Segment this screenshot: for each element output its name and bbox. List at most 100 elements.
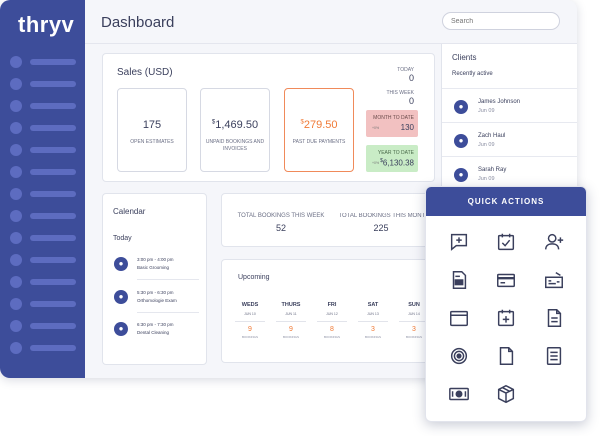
- window-icon[interactable]: [448, 307, 470, 329]
- nav-label-placeholder: [30, 279, 76, 285]
- past-due-box[interactable]: $279.50 PAST DUE PAYMENTS: [284, 88, 354, 172]
- quick-actions-panel: QUICK ACTIONS: [425, 186, 587, 422]
- header: Dashboard: [85, 0, 577, 44]
- nav-dot-icon: [10, 320, 22, 332]
- add-event-icon[interactable]: [495, 307, 517, 329]
- check-payment-icon[interactable]: [543, 269, 565, 291]
- add-comment-icon[interactable]: [448, 231, 470, 253]
- sidebar-item[interactable]: [10, 188, 80, 200]
- sidebar-item[interactable]: [10, 232, 80, 244]
- nav-dot-icon: [10, 298, 22, 310]
- nav-dot-icon: [10, 144, 22, 156]
- past-due-label: PAST DUE PAYMENTS: [292, 139, 346, 145]
- sidebar-item[interactable]: [10, 78, 80, 90]
- package-icon[interactable]: [495, 383, 517, 405]
- thryv-logo[interactable]: thryv: [18, 12, 74, 38]
- client-row[interactable]: ● James Johnson Jun 09: [442, 88, 577, 126]
- upcoming-day[interactable]: THURS JUN 11 9 BOOKINGS: [273, 302, 309, 339]
- appointment-time: 3:00 pm - 4:00 pm: [137, 257, 174, 262]
- sidebar-item[interactable]: [10, 122, 80, 134]
- appointment-desc: Orthomologie Exam: [137, 298, 177, 303]
- divider: [235, 321, 265, 322]
- user-avatar-icon: ●: [454, 100, 468, 114]
- sidebar-item[interactable]: [10, 56, 80, 68]
- month-to-date-tag: MONTH TO DATE +0% 130: [366, 110, 418, 137]
- client-date: Jun 09: [478, 142, 495, 148]
- upcoming-title: Upcoming: [238, 274, 270, 281]
- nav-dot-icon: [10, 276, 22, 288]
- target-icon[interactable]: [448, 345, 470, 367]
- appointment-item[interactable]: ● 3:00 pm - 4:00 pm Basic Grooming: [103, 253, 208, 281]
- mtd-change: +0%: [372, 126, 380, 130]
- day-date: JUN 10: [244, 312, 256, 316]
- sidebar-item[interactable]: [10, 210, 80, 222]
- day-name: FRI: [327, 302, 337, 308]
- nav-label-placeholder: [30, 81, 76, 87]
- nav-label-placeholder: [30, 103, 76, 109]
- open-estimates-value: 175: [142, 119, 162, 131]
- task-check-icon[interactable]: [495, 231, 517, 253]
- day-name: SAT: [367, 302, 379, 308]
- user-avatar-icon: ●: [454, 168, 468, 182]
- client-name: James Johnson: [478, 99, 521, 105]
- day-name: THURS: [281, 302, 301, 308]
- calendar-card: Calendar Today ● 3:00 pm - 4:00 pm Basic…: [102, 193, 207, 365]
- appointment-time: 6:30 pm - 7:30 pm: [137, 322, 174, 327]
- clients-title: Clients: [452, 53, 477, 62]
- day-name: WEDS: [241, 302, 259, 308]
- month-bookings-label: TOTAL BOOKINGS THIS MONTH: [338, 213, 430, 219]
- nav-dot-icon: [10, 122, 22, 134]
- sidebar-item[interactable]: [10, 254, 80, 266]
- upcoming-day[interactable]: WEDS JUN 10 9 BOOKINGS: [232, 302, 268, 339]
- cash-icon[interactable]: [448, 383, 470, 405]
- nav-dot-icon: [10, 56, 22, 68]
- client-date: Jun 09: [478, 108, 495, 114]
- divider: [276, 321, 306, 322]
- invoice-doc-icon[interactable]: [448, 269, 470, 291]
- add-user-icon[interactable]: [543, 231, 565, 253]
- appointment-item[interactable]: ● 5:30 pm - 6:30 pm Orthomologie Exam: [103, 286, 208, 314]
- sidebar-item[interactable]: [10, 100, 80, 112]
- file-icon[interactable]: [495, 345, 517, 367]
- sidebar-item[interactable]: [10, 166, 80, 178]
- this-week-value: 0: [408, 96, 414, 106]
- sidebar-item[interactable]: [10, 144, 80, 156]
- credit-card-icon[interactable]: [495, 269, 517, 291]
- open-estimates-box[interactable]: 175 OPEN ESTIMATES: [117, 88, 187, 172]
- sidebar-item[interactable]: [10, 298, 80, 310]
- divider: [137, 279, 199, 280]
- week-bookings-value: 52: [275, 223, 286, 233]
- sidebar-item[interactable]: [10, 342, 80, 354]
- day-count-label: BOOKINGS: [364, 335, 381, 339]
- week-bookings-label: TOTAL BOOKINGS THIS WEEK: [237, 213, 325, 219]
- upcoming-day[interactable]: SAT JUN 13 3 BOOKINGS: [355, 302, 391, 339]
- document-icon[interactable]: [543, 307, 565, 329]
- unpaid-bookings-value: $1,469.50: [211, 119, 259, 131]
- nav-label-placeholder: [30, 191, 76, 197]
- sidebar-item[interactable]: [10, 320, 80, 332]
- day-count-label: BOOKINGS: [282, 335, 299, 339]
- client-row[interactable]: ● Zach Haul Jun 09: [442, 122, 577, 160]
- user-avatar-icon: ●: [114, 290, 128, 304]
- clients-subtitle: Recently active: [452, 71, 493, 77]
- appointment-item[interactable]: ● 6:30 pm - 7:30 pm Dental Cleaning: [103, 318, 208, 346]
- nav-dot-icon: [10, 232, 22, 244]
- nav-label-placeholder: [30, 147, 76, 153]
- nav-label-placeholder: [30, 59, 76, 65]
- nav-label-placeholder: [30, 213, 76, 219]
- user-avatar-icon: ●: [114, 257, 128, 271]
- appointment-time: 5:30 pm - 6:30 pm: [137, 290, 174, 295]
- bookings-card: TOTAL BOOKINGS THIS WEEK 52 TOTAL BOOKIN…: [221, 193, 435, 247]
- search-input[interactable]: [442, 12, 560, 30]
- unpaid-bookings-label: UNPAID BOOKINGS AND INVOICES: [205, 139, 265, 152]
- user-avatar-icon: ●: [114, 322, 128, 336]
- unpaid-bookings-box[interactable]: $1,469.50 UNPAID BOOKINGS AND INVOICES: [200, 88, 270, 172]
- list-doc-icon[interactable]: [543, 345, 565, 367]
- nav-dot-icon: [10, 188, 22, 200]
- sidebar-item[interactable]: [10, 276, 80, 288]
- day-count: 3: [371, 326, 375, 333]
- appointment-desc: Dental Cleaning: [137, 330, 170, 335]
- upcoming-day[interactable]: FRI JUN 12 8 BOOKINGS: [314, 302, 350, 339]
- quick-actions-title: QUICK ACTIONS: [426, 187, 586, 216]
- sidebar: thryv: [0, 0, 85, 378]
